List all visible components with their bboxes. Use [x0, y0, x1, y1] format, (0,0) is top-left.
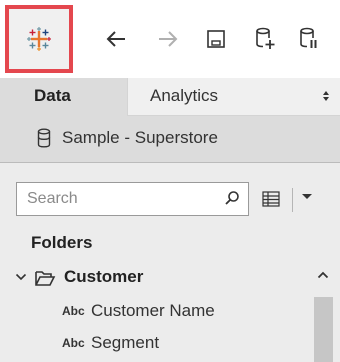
- search-icon[interactable]: [224, 190, 240, 206]
- field-row[interactable]: Abc Customer Name: [0, 299, 312, 325]
- tab-analytics-label: Analytics: [150, 86, 219, 105]
- back-button[interactable]: [97, 20, 135, 58]
- new-data-source-icon: [256, 27, 275, 49]
- toolbar: [0, 0, 340, 80]
- string-type-icon: Abc: [62, 336, 85, 350]
- save-button[interactable]: [197, 20, 235, 58]
- pane-tabs: Data Analytics: [0, 78, 340, 116]
- pause-auto-updates-icon: [300, 27, 317, 48]
- folders-heading: Folders: [31, 233, 93, 252]
- field-name: Segment: [91, 333, 160, 352]
- toolbar-separator: [292, 188, 293, 212]
- back-arrow-icon: [106, 31, 125, 47]
- folder-open-icon: [35, 271, 56, 286]
- field-row[interactable]: Abc Segment: [0, 331, 312, 357]
- database-cylinder-icon: [37, 128, 51, 148]
- tableau-logo-button[interactable]: [5, 5, 73, 73]
- tableau-logo-icon: [27, 27, 51, 51]
- string-type-icon: Abc: [62, 304, 85, 318]
- save-icon: [207, 30, 225, 48]
- folder-customer[interactable]: Customer: [0, 265, 312, 291]
- data-pane: Folders Customer Abc Customer Name Abc S…: [0, 163, 340, 362]
- field-name: Customer Name: [91, 301, 215, 320]
- tab-data[interactable]: Data: [0, 78, 127, 116]
- forward-button[interactable]: [149, 20, 187, 58]
- search-input[interactable]: [16, 182, 249, 216]
- forward-arrow-icon: [159, 31, 178, 47]
- tab-data-label: Data: [34, 86, 71, 105]
- view-data-button[interactable]: [257, 186, 285, 212]
- folder-name: Customer: [64, 267, 144, 286]
- up-down-arrows-icon[interactable]: [322, 90, 330, 102]
- chevron-down-icon[interactable]: [15, 272, 27, 282]
- dropdown-arrow-icon[interactable]: [301, 193, 313, 201]
- data-source-name: Sample - Superstore: [62, 128, 218, 147]
- data-source-row[interactable]: Sample - Superstore: [0, 116, 340, 162]
- scroll-up-button[interactable]: [312, 265, 334, 285]
- tab-analytics[interactable]: Analytics: [127, 78, 340, 116]
- scroll-thumb[interactable]: [314, 297, 333, 362]
- chevron-up-icon: [317, 271, 329, 279]
- vertical-scrollbar[interactable]: [312, 265, 334, 362]
- pause-auto-updates-button[interactable]: [290, 20, 328, 58]
- new-data-source-button[interactable]: [246, 20, 284, 58]
- table-list-icon: [262, 191, 280, 207]
